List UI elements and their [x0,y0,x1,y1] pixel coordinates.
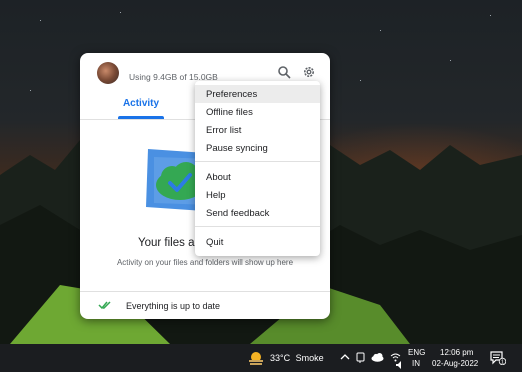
weather-condition: Smoke [295,353,324,363]
menu-item-label: Quit [206,237,224,248]
menu-item-preferences[interactable]: Preferences [195,85,320,103]
gear-icon[interactable] [302,65,316,79]
search-icon[interactable] [277,65,291,79]
menu-divider [195,226,320,227]
notification-count: 1 [501,360,504,365]
star [40,20,41,21]
weather-temperature: 33°C [270,353,291,363]
menu-item-label: Preferences [206,89,258,100]
empty-state-subtitle: Activity on your files and folders will … [116,258,294,267]
menu-item-label: Help [206,190,226,201]
star [380,30,381,31]
double-check-icon [98,301,111,310]
menu-item-pause-syncing[interactable]: Pause syncing [195,139,320,157]
menu-item-label: Send feedback [206,208,270,219]
menu-item-offline-files[interactable]: Offline files [195,103,320,121]
menu-item-send-feedback[interactable]: Send feedback [195,204,320,222]
star [120,12,121,13]
menu-item-quit[interactable]: Quit [195,233,320,251]
star [490,15,491,16]
language-region: IN [412,359,420,368]
cloud-icon[interactable] [371,352,384,362]
avatar[interactable] [97,62,119,84]
star [450,60,451,61]
sync-status-bar: Everything is up to date [80,291,330,319]
meet-now-icon[interactable] [356,352,366,363]
star [30,90,31,91]
taskbar: 33°C Smoke ENG IN 12:06 pm 02-Aug-2022 1 [0,344,522,372]
chevron-up-icon[interactable] [340,352,350,362]
volume-icon[interactable] [396,361,404,369]
star [360,80,361,81]
settings-menu: Preferences Offline files Error list Pau… [195,81,320,256]
menu-item-label: Pause syncing [206,143,268,154]
weather-widget[interactable]: 33°C Smoke [270,353,324,363]
tab-activity[interactable]: Activity [118,98,164,109]
sync-status-text: Everything is up to date [126,301,221,311]
menu-item-label: Offline files [206,107,253,118]
active-tab-indicator [118,116,164,119]
language-indicator[interactable]: ENG [408,348,425,357]
weather-sun-icon[interactable] [247,350,265,366]
menu-item-label: About [206,172,231,183]
menu-item-help[interactable]: Help [195,186,320,204]
menu-divider [195,161,320,162]
menu-item-error-list[interactable]: Error list [195,121,320,139]
menu-item-about[interactable]: About [195,168,320,186]
empty-state-title: Your files a [138,237,195,249]
menu-item-label: Error list [206,125,242,136]
notification-center-icon[interactable]: 1 [490,351,506,365]
clock-date: 02-Aug-2022 [432,359,479,368]
clock-time[interactable]: 12:06 pm [440,348,473,357]
